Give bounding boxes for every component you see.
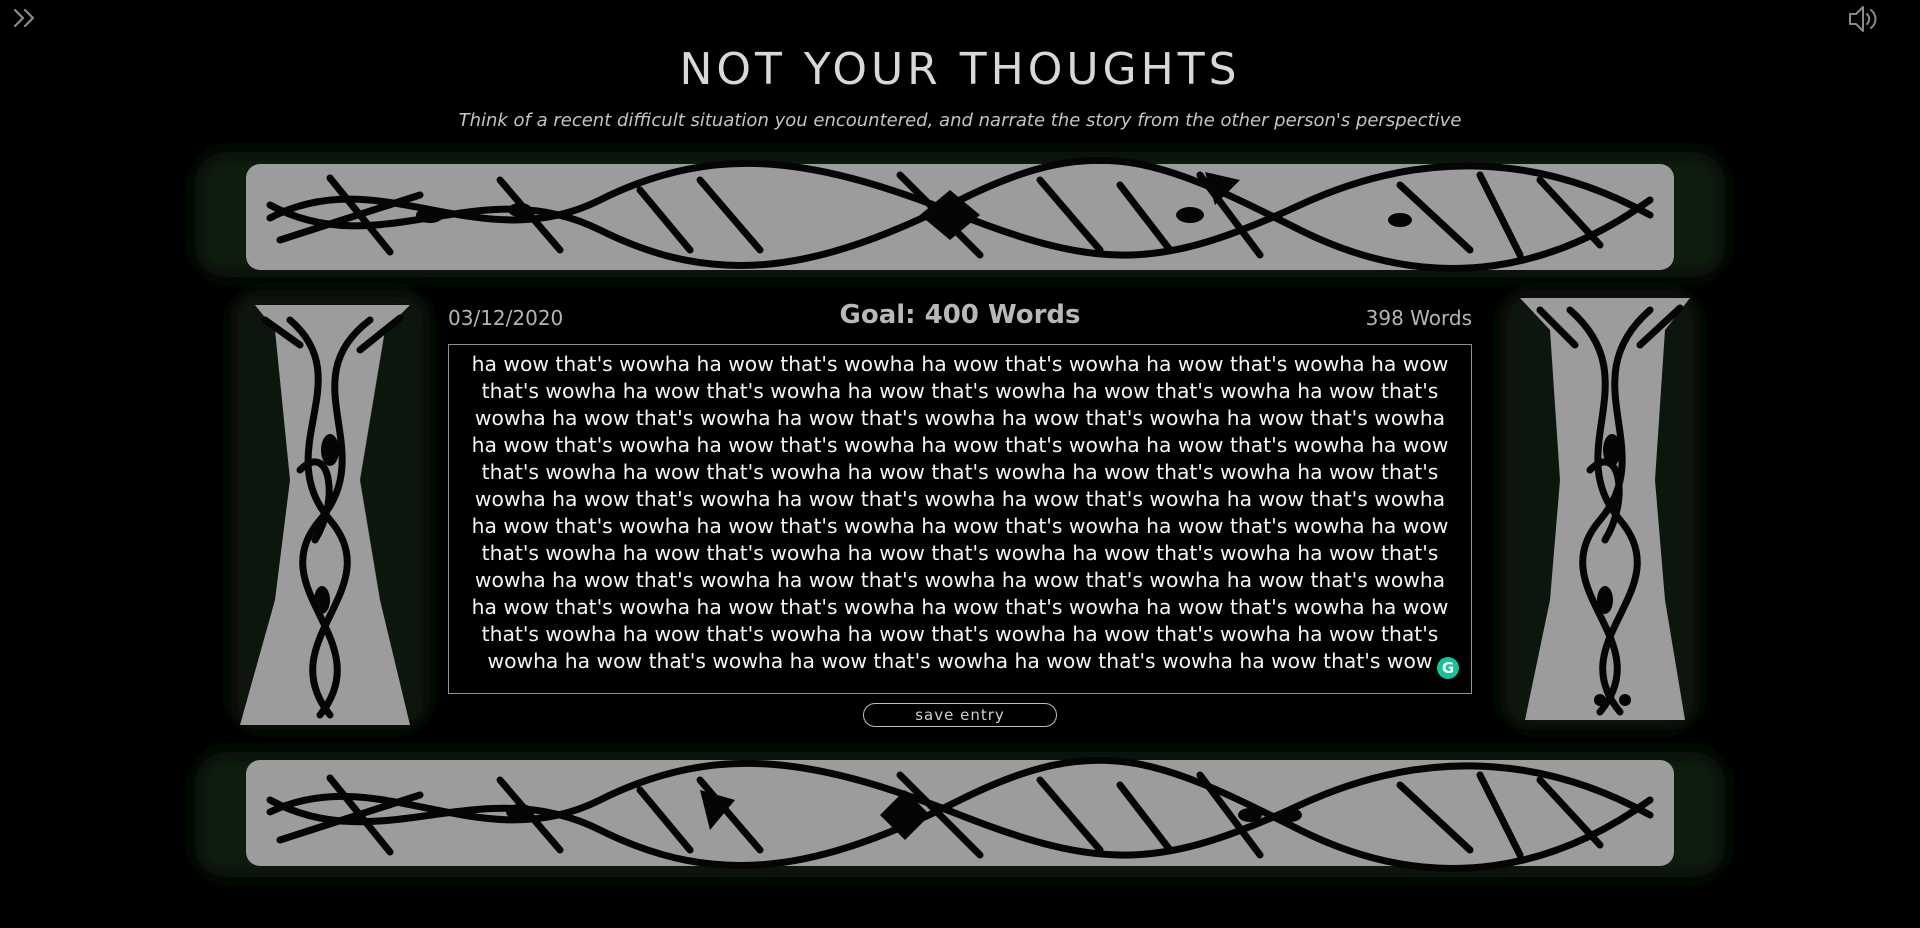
grammarly-icon[interactable]: G xyxy=(1437,657,1459,679)
word-count: 398 Words xyxy=(1365,306,1472,330)
save-entry-button[interactable]: save entry xyxy=(863,703,1057,727)
writing-prompt: Think of a recent difficult situation yo… xyxy=(458,110,1462,131)
sound-toggle-button[interactable] xyxy=(1846,2,1882,36)
word-goal: Goal: 400 Words xyxy=(839,300,1081,330)
expand-menu-button[interactable] xyxy=(10,4,42,34)
entry-meta-row: 03/12/2020 Goal: 400 Words 398 Words xyxy=(448,300,1472,336)
bottom-knot-band xyxy=(246,756,1674,872)
page-title: NOT YOUr THOUGHTS xyxy=(679,44,1241,95)
journal-entry-textarea[interactable]: ha wow that's wowha ha wow that's wowha … xyxy=(448,344,1472,694)
right-knot-column xyxy=(1520,298,1690,720)
journal-app: NOT YOUr THOUGHTS Think of a recent diff… xyxy=(0,0,1920,928)
journal-entry-text[interactable]: ha wow that's wowha ha wow that's wowha … xyxy=(461,345,1459,675)
double-chevron-right-icon xyxy=(13,8,35,28)
speaker-volume-icon xyxy=(1849,6,1877,32)
left-knot-column xyxy=(240,305,410,725)
top-knot-band xyxy=(246,156,1674,272)
